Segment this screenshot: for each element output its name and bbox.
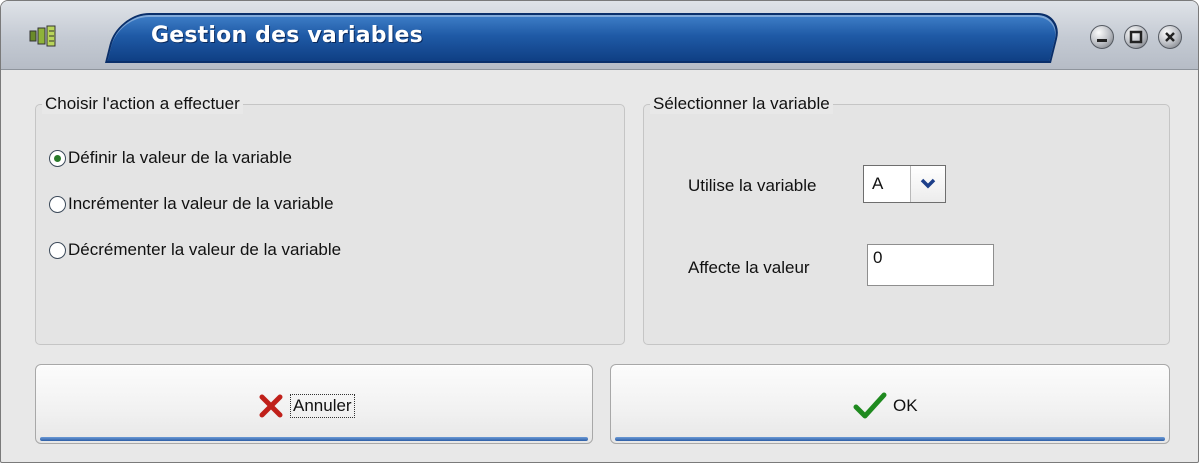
radio-label: Décrémenter la valeur de la variable [68,240,342,259]
window-title: Gestion des variables [151,23,423,48]
minimize-icon [1097,39,1107,42]
maximize-button[interactable] [1124,25,1148,49]
ok-button-underline [615,437,1165,441]
minimize-button[interactable] [1090,25,1114,49]
radio-label: Incrémenter la valeur de la variable [68,194,334,213]
dialog-window: Gestion des variables Choisir l'action a… [0,0,1199,463]
variable-groupbox: Sélectionner la variable [643,94,1170,345]
ok-button-label: OK [893,396,918,415]
radio-button[interactable] [49,195,66,213]
title-bar[interactable]: Gestion des variables [1,1,1198,70]
variable-label: Utilise la variable [688,176,817,195]
value-input[interactable] [867,244,994,286]
variable-select[interactable]: A [863,165,946,203]
variable-select-value: A [872,174,884,193]
dropdown-button[interactable] [910,166,945,202]
radio-define-value[interactable]: Définir la valeur de la variable [49,146,292,170]
radio-decrement-value[interactable]: Décrémenter la valeur de la variable [49,238,341,262]
radio-label: Définir la valeur de la variable [68,148,292,167]
radio-button[interactable] [49,241,66,259]
variable-group-legend: Sélectionner la variable [650,94,833,114]
chevron-down-icon [920,178,936,189]
value-label: Affecte la valeur [688,258,810,277]
close-button[interactable] [1158,25,1182,49]
action-group-legend: Choisir l'action a effectuer [42,94,243,114]
radio-increment-value[interactable]: Incrémenter la valeur de la variable [49,192,334,216]
ok-button[interactable]: OK [610,364,1170,444]
action-groupbox: Choisir l'action a effectuer Définir la … [35,94,625,345]
cancel-button[interactable]: Annuler [35,364,593,444]
radio-button-checked[interactable] [49,149,66,167]
cancel-button-label: Annuler [290,394,355,418]
maximize-icon [1129,30,1143,44]
cancel-button-underline [40,437,588,441]
close-icon [1165,32,1175,42]
cancel-x-icon [259,394,283,418]
app-icon [29,25,56,47]
checkmark-icon [853,392,887,419]
